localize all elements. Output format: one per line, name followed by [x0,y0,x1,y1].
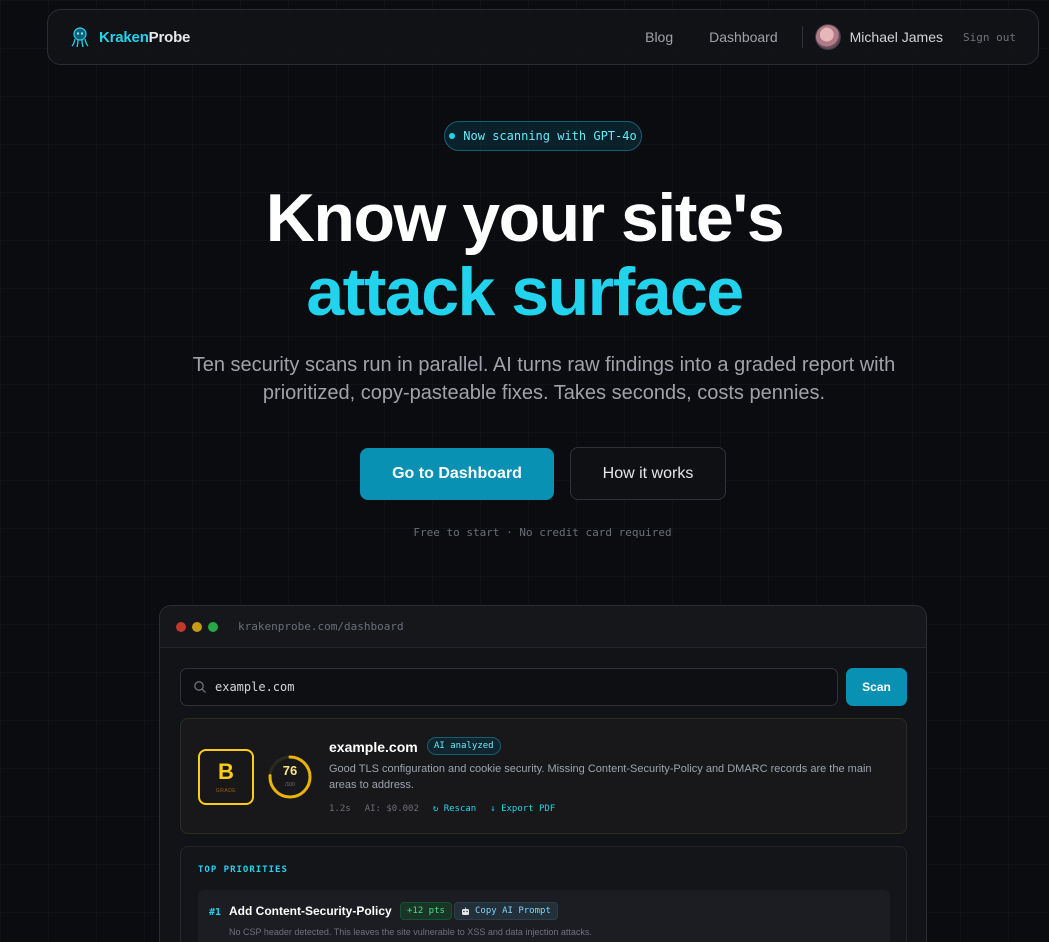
result-domain: example.com [329,739,418,755]
priority-description: No CSP header detected. This leaves the … [229,927,592,937]
top-priorities-title: TOP PRIORITIES [198,865,288,875]
top-priorities-card: TOP PRIORITIES #1 Add Content-Security-P… [180,846,907,942]
window-close-dot-icon [176,621,186,632]
hero-title-line2: attack surface [306,254,744,330]
robot-icon [462,907,469,915]
free-note: Free to start · No credit card required [413,526,672,539]
priority-item[interactable]: #1 Add Content-Security-Policy +12 pts C… [198,890,890,942]
ai-cost: AI: $0.002 [364,804,419,814]
window-titlebar: krakenprobe.com/dashboard [160,606,926,648]
signout-button[interactable]: Sign out [963,31,1016,44]
grade-box: B GRADE [198,749,254,805]
scan-duration: 1.2s [329,804,351,814]
scan-result-card: B GRADE 76 /100 example.com AI analyzed … [180,718,907,834]
score-max-label: /100 [285,782,295,788]
ai-analyzed-badge: AI analyzed [427,737,501,755]
avatar[interactable] [814,24,841,50]
hero-subtitle: Ten security scans run in parallel. AI t… [192,354,896,404]
copy-ai-prompt-label: Copy AI Prompt [475,906,551,916]
search-value: example.com [215,680,295,694]
status-pill: Now scanning with GPT-4o [444,121,642,151]
hero-title-line1: Know your site's [265,180,785,256]
top-navbar: KrakenProbe Blog Dashboard Michael James… [47,9,1039,65]
search-icon [194,681,206,693]
priority-name: Add Content-Security-Policy [229,904,392,918]
go-to-dashboard-button[interactable]: Go to Dashboard [360,448,554,500]
window-minimize-dot-icon [192,621,202,632]
how-it-works-button[interactable]: How it works [570,447,726,500]
result-meta: 1.2s AI: $0.002 ↻ Rescan ↓ Export PDF [329,804,555,814]
domain-search-input[interactable]: example.com [180,668,838,706]
nav-divider [801,26,803,48]
result-description: Good TLS configuration and cookie securi… [329,763,872,791]
brand-name: KrakenProbe [99,28,191,46]
nav-right: Blog Dashboard Michael James Sign out [645,24,1016,50]
kraken-logo-icon [71,27,89,48]
dashboard-preview-window: krakenprobe.com/dashboard example.com Sc… [159,605,927,942]
score-value: 76 [282,763,298,778]
status-dot-icon [449,133,456,139]
nav-link-blog[interactable]: Blog [645,29,673,45]
window-url: krakenprobe.com/dashboard [238,620,404,633]
export-pdf-button[interactable]: ↓ Export PDF [490,804,555,814]
grade-letter: B [218,758,234,784]
brand[interactable]: KrakenProbe [70,26,190,48]
rescan-button[interactable]: ↻ Rescan [433,804,476,814]
nav-link-dashboard[interactable]: Dashboard [709,29,778,45]
copy-ai-prompt-button[interactable]: Copy AI Prompt [454,902,558,920]
points-badge: +12 pts [400,902,452,920]
scan-button[interactable]: Scan [846,668,907,706]
grade-label: GRADE [215,787,237,794]
priority-rank: #1 [209,907,222,918]
window-maximize-dot-icon [208,621,218,632]
user-name: Michael James [849,29,944,45]
status-pill-text: Now scanning with GPT-4o [463,129,637,143]
